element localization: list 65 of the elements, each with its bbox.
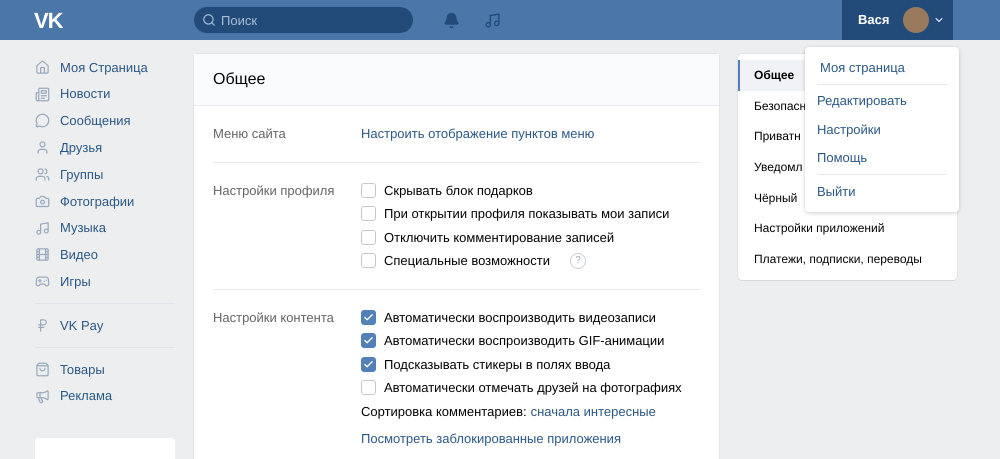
menu-item[interactable]: Редактировать <box>817 86 947 115</box>
checkbox-label: Автоматически отмечать друзей на фотографиях <box>384 379 682 397</box>
checkbox-label: Скрывать блок подарков <box>384 182 533 200</box>
music-note-icon[interactable] <box>484 12 501 28</box>
checkbox[interactable] <box>361 182 376 198</box>
sidebar-item[interactable]: Игры <box>60 272 91 292</box>
ruble-icon <box>35 318 50 334</box>
chat-bubble-icon <box>35 113 50 128</box>
menu-item[interactable]: Выйти <box>817 177 947 206</box>
section-label: Настройки контента <box>213 308 335 327</box>
music-note-icon <box>35 220 50 236</box>
sort-option-link[interactable]: сначала интересные <box>530 402 656 421</box>
home-icon <box>35 60 50 75</box>
camera-icon <box>35 194 50 209</box>
avatar <box>903 7 930 33</box>
checkmark-icon <box>363 312 374 323</box>
sidebar-item[interactable]: Товары <box>60 360 105 380</box>
sidebar-item[interactable]: Видео <box>60 245 98 265</box>
film-icon <box>35 247 50 262</box>
menu-item[interactable]: Помощь <box>817 144 947 172</box>
checkmark-icon <box>363 358 374 370</box>
sidebar-item[interactable]: Группы <box>60 164 104 184</box>
checkbox[interactable] <box>361 380 376 396</box>
bag-icon <box>35 362 50 377</box>
section-label: Настройки профиля <box>213 182 336 200</box>
checkbox-label: При открытии профиля показывать мои записи <box>384 205 670 223</box>
checkbox[interactable] <box>361 333 376 348</box>
section-label: Меню сайта <box>213 125 287 143</box>
sidebar-item[interactable]: Сообщения <box>60 111 131 131</box>
newspaper-icon <box>35 86 50 102</box>
checkbox-label: Автоматически воспроизводить GIF-анимации <box>384 332 664 350</box>
checkbox[interactable] <box>361 230 376 245</box>
sidebar-item[interactable]: Моя Страница <box>60 58 148 78</box>
people-icon <box>35 167 50 182</box>
checkbox[interactable] <box>361 356 376 372</box>
megaphone-icon <box>35 388 50 404</box>
menu-item[interactable]: Моя страница <box>805 53 959 82</box>
checkmark-icon <box>363 335 374 346</box>
menu-item[interactable]: Настройки <box>817 115 947 144</box>
person-icon <box>35 140 50 156</box>
user-menu-button[interactable]: Вася <box>842 0 953 40</box>
settings-nav-item[interactable]: Настройки приложений <box>738 212 957 244</box>
checkbox[interactable] <box>361 310 376 325</box>
sort-label: Сортировка комментариев: <box>361 402 527 421</box>
sidebar-item[interactable]: Реклама <box>60 386 112 406</box>
logo[interactable]: VK <box>34 4 194 36</box>
sidebar-item[interactable]: Друзья <box>60 138 102 158</box>
checkbox-label: Отключить комментирование записей <box>384 228 614 247</box>
checkbox[interactable] <box>361 206 376 222</box>
search-field[interactable]: Поиск <box>194 7 413 33</box>
sidebar-item[interactable]: Новости <box>60 84 110 104</box>
card-title: Общее <box>213 70 266 90</box>
settings-link[interactable]: Настроить отображение пунктов меню <box>361 124 594 144</box>
checkbox-label: Подсказывать стикеры в полях ввода <box>384 356 610 374</box>
settings-link[interactable]: Посмотреть заблокированные приложения <box>361 429 621 448</box>
search-icon <box>202 13 216 27</box>
gamepad-icon <box>35 274 50 290</box>
checkbox-label: Специальные возможности <box>384 252 550 270</box>
settings-nav-item[interactable]: Платежи, подписки, переводы <box>738 244 957 274</box>
sidebar-item[interactable]: VK Pay <box>60 316 104 336</box>
checkbox[interactable] <box>361 253 376 268</box>
bell-icon[interactable] <box>443 12 460 28</box>
checkbox-label: Автоматически воспроизводить видеозаписи <box>384 308 656 327</box>
sidebar-item[interactable]: Фотографии <box>60 192 134 212</box>
sidebar-item[interactable]: Музыка <box>60 218 106 238</box>
